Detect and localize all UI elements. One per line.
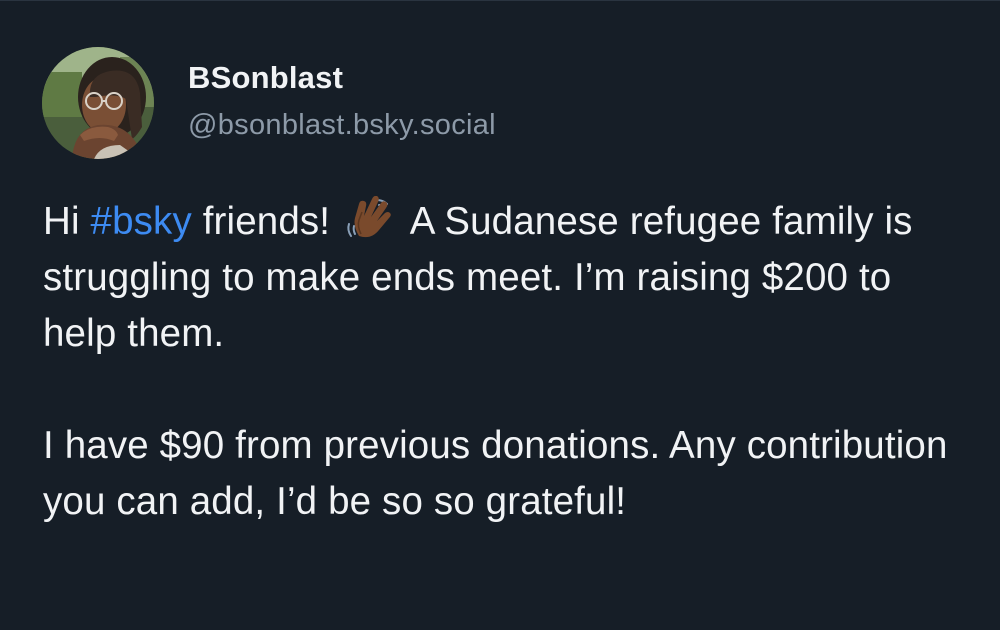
- post-author[interactable]: BSonblast @bsonblast.bsky.social: [42, 47, 496, 159]
- author-handle[interactable]: @bsonblast.bsky.social: [188, 107, 496, 143]
- author-names: BSonblast @bsonblast.bsky.social: [188, 59, 496, 143]
- post-text: Hi #bsky friends! A Sudanese refugee fam…: [43, 194, 963, 530]
- post: BSonblast @bsonblast.bsky.social Hi #bsk…: [0, 0, 1000, 630]
- post-paragraph-1: Hi #bsky friends! A Sudanese refugee fam…: [43, 194, 963, 362]
- avatar-photo-icon: [42, 47, 154, 159]
- author-display-name[interactable]: BSonblast: [188, 59, 496, 97]
- waving-hand-emoji-icon: [345, 195, 395, 240]
- post-text-segment: friends!: [191, 200, 341, 243]
- post-paragraph-2: I have $90 from previous donations. Any …: [43, 424, 948, 523]
- hashtag-link[interactable]: #bsky: [91, 200, 192, 243]
- post-text-segment: Hi: [43, 200, 91, 243]
- avatar[interactable]: [42, 47, 154, 159]
